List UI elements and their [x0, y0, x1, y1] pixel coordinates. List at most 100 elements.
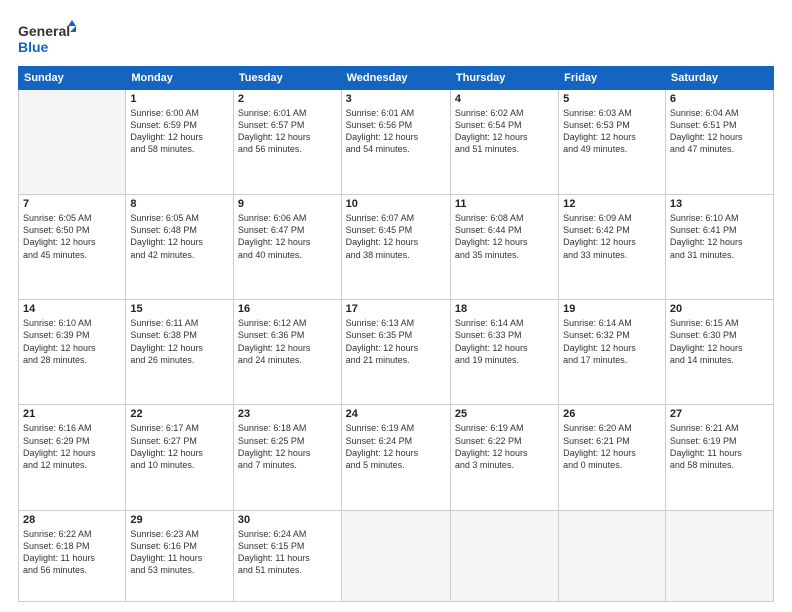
day-number: 9 [238, 198, 337, 210]
calendar-cell: 21Sunrise: 6:16 AMSunset: 6:29 PMDayligh… [19, 405, 126, 510]
day-number: 5 [563, 93, 661, 105]
calendar-cell: 17 Sunrise: 6:13 AMSunset: 6:35 PMDayligh… [341, 300, 450, 405]
calendar-cell [450, 510, 558, 601]
day-info: Sunrise: 6:16 AMSunset: 6:29 PMDaylight:… [23, 422, 121, 471]
calendar-cell: 18 Sunrise: 6:14 AMSunset: 6:33 PMDayligh… [450, 300, 558, 405]
day-info: Sunrise: 6:18 AMSunset: 6:25 PMDaylight:… [238, 422, 337, 471]
day-info: Sunrise: 6:09 AMSunset: 6:42 PMDaylight:… [563, 212, 661, 261]
weekday-header-saturday: Saturday [665, 67, 773, 90]
calendar-page: GeneralBlue SundayMondayTuesdayWednesday… [0, 0, 792, 612]
calendar-cell: 8Sunrise: 6:05 AMSunset: 6:48 PMDaylight… [126, 195, 234, 300]
day-number: 29 [130, 514, 229, 526]
day-info: Sunrise: 6:08 AMSunset: 6:44 PMDaylight:… [455, 212, 554, 261]
week-row-2: 7 Sunrise: 6:05 AMSunset: 6:50 PMDaylight… [19, 195, 774, 300]
weekday-header-tuesday: Tuesday [233, 67, 341, 90]
day-number: 17 [346, 303, 446, 315]
calendar-cell: 14 Sunrise: 6:10 AMSunset: 6:39 PMDayligh… [19, 300, 126, 405]
day-info: Sunrise: 6:10 AMSunset: 6:41 PMDaylight:… [670, 212, 769, 261]
week-row-4: 21Sunrise: 6:16 AMSunset: 6:29 PMDayligh… [19, 405, 774, 510]
day-info: Sunrise: 6:22 AMSunset: 6:18 PMDaylight:… [23, 528, 121, 577]
day-info: Sunrise: 6:13 AMSunset: 6:35 PMDaylight:… [346, 317, 446, 366]
week-row-5: 28 Sunrise: 6:22 AMSunset: 6:18 PMDayligh… [19, 510, 774, 601]
day-number: 30 [238, 514, 337, 526]
calendar-cell: 22 Sunrise: 6:17 AMSunset: 6:27 PMDayligh… [126, 405, 234, 510]
calendar-cell: 29 Sunrise: 6:23 AMSunset: 6:16 PMDayligh… [126, 510, 234, 601]
day-number: 1 [130, 93, 229, 105]
day-info: Sunrise: 6:14 AMSunset: 6:33 PMDaylight:… [455, 317, 554, 366]
day-info: Sunrise: 6:06 AMSunset: 6:47 PMDaylight:… [238, 212, 337, 261]
day-number: 11 [455, 198, 554, 210]
day-info: Sunrise: 6:01 AMSunset: 6:57 PMDaylight:… [238, 107, 337, 156]
day-info: Sunrise: 6:23 AMSunset: 6:16 PMDaylight:… [130, 528, 229, 577]
logo-svg: GeneralBlue [18, 18, 78, 58]
day-number: 6 [670, 93, 769, 105]
day-info: Sunrise: 6:11 AMSunset: 6:38 PMDaylight:… [130, 317, 229, 366]
day-number: 28 [23, 514, 121, 526]
day-info: Sunrise: 6:19 AMSunset: 6:22 PMDaylight:… [455, 422, 554, 471]
calendar-cell: 30 Sunrise: 6:24 AMSunset: 6:15 PMDayligh… [233, 510, 341, 601]
calendar-cell: 15 Sunrise: 6:11 AMSunset: 6:38 PMDayligh… [126, 300, 234, 405]
calendar-cell [19, 90, 126, 195]
calendar-cell: 24Sunrise: 6:19 AMSunset: 6:24 PMDayligh… [341, 405, 450, 510]
calendar-cell: 20 Sunrise: 6:15 AMSunset: 6:30 PMDayligh… [665, 300, 773, 405]
day-number: 12 [563, 198, 661, 210]
day-info: Sunrise: 6:20 AMSunset: 6:21 PMDaylight:… [563, 422, 661, 471]
calendar-cell: 4 Sunrise: 6:02 AMSunset: 6:54 PMDaylight… [450, 90, 558, 195]
calendar-cell: 3 Sunrise: 6:01 AMSunset: 6:56 PMDaylight… [341, 90, 450, 195]
calendar-cell [665, 510, 773, 601]
calendar-cell: 27 Sunrise: 6:21 AMSunset: 6:19 PMDayligh… [665, 405, 773, 510]
day-info: Sunrise: 6:04 AMSunset: 6:51 PMDaylight:… [670, 107, 769, 156]
weekday-header-thursday: Thursday [450, 67, 558, 90]
calendar-cell: 2 Sunrise: 6:01 AMSunset: 6:57 PMDaylight… [233, 90, 341, 195]
day-info: Sunrise: 6:00 AMSunset: 6:59 PMDaylight:… [130, 107, 229, 156]
day-number: 18 [455, 303, 554, 315]
day-number: 3 [346, 93, 446, 105]
calendar-cell: 10 Sunrise: 6:07 AMSunset: 6:45 PMDayligh… [341, 195, 450, 300]
weekday-header-monday: Monday [126, 67, 234, 90]
day-info: Sunrise: 6:07 AMSunset: 6:45 PMDaylight:… [346, 212, 446, 261]
day-number: 2 [238, 93, 337, 105]
day-info: Sunrise: 6:05 AMSunset: 6:50 PMDaylight:… [23, 212, 121, 261]
weekday-header-friday: Friday [559, 67, 666, 90]
day-number: 14 [23, 303, 121, 315]
calendar-cell: 19Sunrise: 6:14 AMSunset: 6:32 PMDayligh… [559, 300, 666, 405]
week-row-1: 1 Sunrise: 6:00 AMSunset: 6:59 PMDaylight… [19, 90, 774, 195]
day-number: 10 [346, 198, 446, 210]
day-info: Sunrise: 6:19 AMSunset: 6:24 PMDaylight:… [346, 422, 446, 471]
weekday-header-sunday: Sunday [19, 67, 126, 90]
day-info: Sunrise: 6:02 AMSunset: 6:54 PMDaylight:… [455, 107, 554, 156]
calendar-cell: 1 Sunrise: 6:00 AMSunset: 6:59 PMDaylight… [126, 90, 234, 195]
day-number: 15 [130, 303, 229, 315]
calendar-cell: 7 Sunrise: 6:05 AMSunset: 6:50 PMDaylight… [19, 195, 126, 300]
weekday-header-row: SundayMondayTuesdayWednesdayThursdayFrid… [19, 67, 774, 90]
day-number: 16 [238, 303, 337, 315]
calendar-cell: 9 Sunrise: 6:06 AMSunset: 6:47 PMDaylight… [233, 195, 341, 300]
day-info: Sunrise: 6:21 AMSunset: 6:19 PMDaylight:… [670, 422, 769, 471]
day-info: Sunrise: 6:03 AMSunset: 6:53 PMDaylight:… [563, 107, 661, 156]
day-info: Sunrise: 6:10 AMSunset: 6:39 PMDaylight:… [23, 317, 121, 366]
day-info: Sunrise: 6:12 AMSunset: 6:36 PMDaylight:… [238, 317, 337, 366]
header: GeneralBlue [18, 18, 774, 58]
calendar-cell: 13 Sunrise: 6:10 AMSunset: 6:41 PMDayligh… [665, 195, 773, 300]
svg-text:General: General [18, 23, 70, 39]
day-number: 22 [130, 408, 229, 420]
day-number: 13 [670, 198, 769, 210]
calendar-cell: 11 Sunrise: 6:08 AMSunset: 6:44 PMDayligh… [450, 195, 558, 300]
day-number: 4 [455, 93, 554, 105]
calendar-cell [559, 510, 666, 601]
day-info: Sunrise: 6:14 AMSunset: 6:32 PMDaylight:… [563, 317, 661, 366]
calendar-cell: 28 Sunrise: 6:22 AMSunset: 6:18 PMDayligh… [19, 510, 126, 601]
day-info: Sunrise: 6:17 AMSunset: 6:27 PMDaylight:… [130, 422, 229, 471]
day-number: 7 [23, 198, 121, 210]
day-number: 20 [670, 303, 769, 315]
day-info: Sunrise: 6:01 AMSunset: 6:56 PMDaylight:… [346, 107, 446, 156]
calendar-cell: 25Sunrise: 6:19 AMSunset: 6:22 PMDayligh… [450, 405, 558, 510]
day-info: Sunrise: 6:15 AMSunset: 6:30 PMDaylight:… [670, 317, 769, 366]
calendar-cell: 6 Sunrise: 6:04 AMSunset: 6:51 PMDaylight… [665, 90, 773, 195]
day-number: 26 [563, 408, 661, 420]
logo: GeneralBlue [18, 18, 78, 58]
day-info: Sunrise: 6:24 AMSunset: 6:15 PMDaylight:… [238, 528, 337, 577]
day-number: 8 [130, 198, 229, 210]
day-number: 27 [670, 408, 769, 420]
svg-text:Blue: Blue [18, 39, 49, 55]
